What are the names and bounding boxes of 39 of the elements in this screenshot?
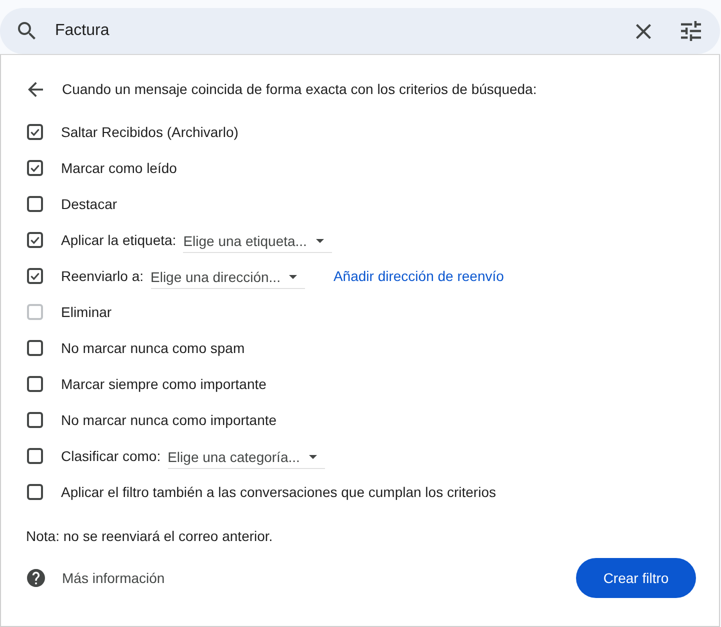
option-label: No marcar nunca como spam — [61, 340, 245, 356]
checkbox[interactable] — [27, 232, 43, 248]
option-label: Destacar — [61, 196, 118, 212]
note-text: Nota: no se reenviará el correo anterior. — [26, 528, 273, 544]
dropdown-select[interactable]: Elige una categoría... — [168, 447, 325, 469]
option-label: Eliminar — [61, 304, 112, 320]
option-label: Marcar siempre como importante — [61, 376, 266, 392]
checkbox[interactable] — [27, 484, 43, 500]
search-field[interactable]: Factura — [0, 8, 720, 54]
dropdown-select[interactable]: Elige una dirección... — [150, 267, 306, 289]
caret-icon — [289, 275, 298, 279]
checkbox[interactable] — [27, 412, 43, 428]
help-icon[interactable] — [27, 569, 45, 587]
option-label: Aplicar el filtro también a las conversaciones que cumplan los criterios — [61, 484, 496, 500]
option-label: Saltar Recibidos (Archivarlo) — [61, 124, 238, 140]
checkbox[interactable] — [27, 196, 43, 212]
option-label: Aplicar la etiqueta: — [61, 232, 176, 248]
add-forwarding-link[interactable]: Añadir dirección de reenvío — [333, 268, 504, 284]
dropdown-select[interactable]: Elige una etiqueta... — [183, 231, 332, 253]
option-label: Reenviarlo a: — [61, 268, 144, 284]
more-info-link[interactable]: Más información — [62, 570, 165, 586]
caret-icon — [316, 239, 324, 243]
option-label: Clasificar como: — [61, 448, 161, 464]
checkbox[interactable] — [27, 448, 43, 464]
caret-icon — [308, 455, 317, 459]
checkbox[interactable] — [27, 124, 43, 140]
arrow-left-icon[interactable] — [28, 82, 43, 96]
sliders-icon[interactable] — [681, 21, 701, 41]
checkbox[interactable] — [27, 160, 43, 176]
filter-heading: Cuando un mensaje coincida de forma exacta con los criterios de búsqueda: — [62, 81, 537, 97]
option-label: Marcar como leído — [61, 160, 177, 176]
checkbox[interactable] — [27, 268, 43, 284]
close-icon[interactable] — [636, 24, 651, 38]
checkbox[interactable] — [27, 376, 43, 392]
search-input[interactable]: Factura — [55, 19, 616, 43]
checkbox[interactable] — [27, 340, 43, 356]
option-label: No marcar nunca como importante — [61, 412, 277, 428]
create-filter-button[interactable]: Crear filtro — [576, 558, 696, 598]
search-icon[interactable] — [18, 22, 36, 40]
